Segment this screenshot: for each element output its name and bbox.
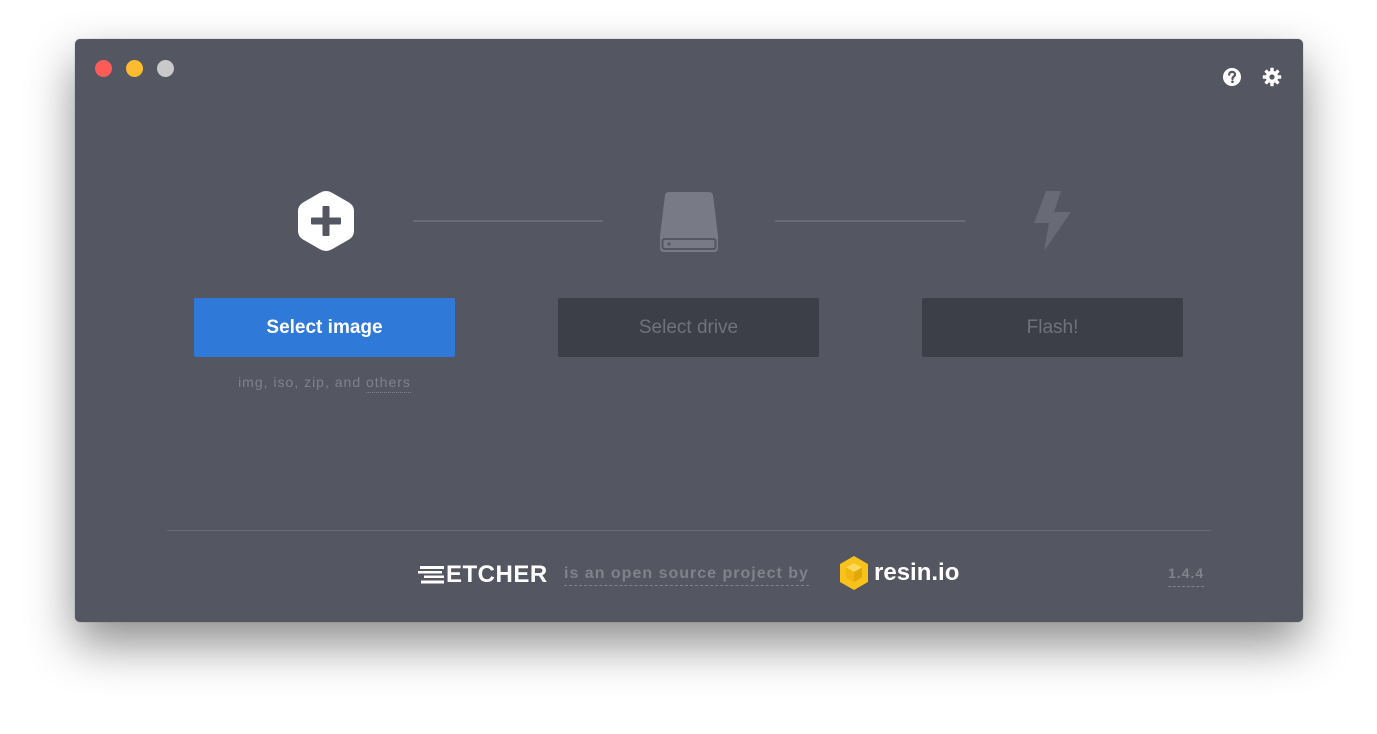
select-drive-button: Select drive — [558, 298, 819, 357]
other-formats-link[interactable]: others — [366, 374, 411, 393]
drive-icon — [660, 192, 718, 252]
supported-formats-text: img, iso, zip, and — [238, 374, 366, 390]
speed-lines-icon — [418, 566, 444, 584]
version-label[interactable]: 1.4.4 — [1168, 564, 1205, 587]
footer-divider — [167, 530, 1211, 531]
step-connector-1 — [413, 220, 603, 222]
etcher-logo-text: ETCHER — [446, 561, 548, 588]
plus-hexagon-icon[interactable] — [296, 189, 356, 253]
help-icon[interactable] — [1222, 67, 1242, 87]
resin-cube-icon — [840, 556, 868, 590]
flash-button: Flash! — [922, 298, 1183, 357]
resin-logo[interactable]: resin.io — [838, 555, 959, 591]
window-maximize-button[interactable] — [157, 60, 174, 77]
etcher-logo[interactable]: ETCHER — [418, 561, 548, 589]
tagline-link[interactable]: is an open source project by — [564, 565, 809, 586]
gear-icon[interactable] — [1262, 67, 1282, 87]
window-close-button[interactable] — [95, 60, 112, 77]
etcher-window: Select image Select drive Flash! img, is… — [75, 39, 1303, 622]
window-minimize-button[interactable] — [126, 60, 143, 77]
supported-formats: img, iso, zip, and others — [194, 374, 455, 393]
resin-logo-text: resin.io — [874, 559, 960, 586]
select-image-button[interactable]: Select image — [194, 298, 455, 357]
lightning-icon — [1034, 191, 1071, 251]
step-connector-2 — [775, 220, 965, 222]
tagline: is an open source project by — [564, 564, 809, 586]
